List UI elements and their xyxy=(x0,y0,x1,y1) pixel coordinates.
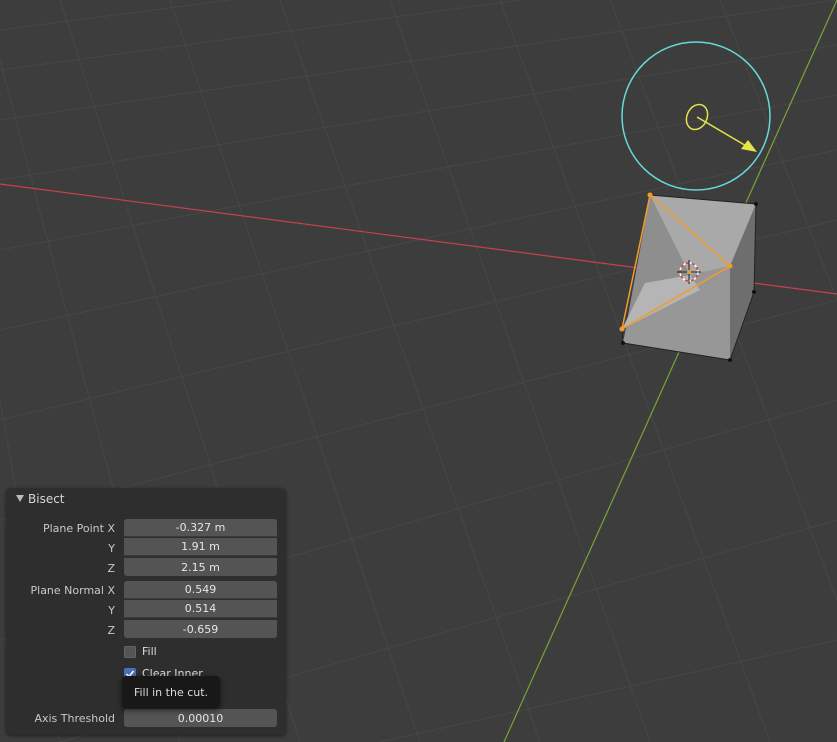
panel-title: Bisect xyxy=(28,492,65,506)
gizmo-rotate-circle xyxy=(621,41,771,191)
plane-normal-z-label: Z xyxy=(107,624,115,637)
gizmo-normal-arrow xyxy=(696,116,749,148)
plane-normal-x-label: Plane Normal X xyxy=(30,584,116,597)
tooltip: Fill in the cut. xyxy=(122,676,220,708)
plane-point-x-field[interactable]: -0.327 m xyxy=(124,519,277,537)
plane-normal-y-label: Y xyxy=(108,604,115,617)
y-axis-line xyxy=(503,0,837,742)
plane-point-x-label: Plane Point X xyxy=(42,522,115,535)
plane-normal-y-field[interactable]: 0.514 xyxy=(124,600,277,618)
tooltip-text: Fill in the cut. xyxy=(133,685,209,699)
bisect-gizmo[interactable] xyxy=(621,41,771,191)
plane-point-z-label: Z xyxy=(107,562,115,575)
plane-normal-z-field[interactable]: -0.659 xyxy=(124,620,277,638)
arrow-head-icon xyxy=(741,140,757,152)
plane-point-z-field[interactable]: 2.15 m xyxy=(124,558,277,576)
plane-normal-x-field[interactable]: 0.549 xyxy=(124,581,277,599)
plane-point-y-label: Y xyxy=(108,542,115,555)
axis-threshold-label: Axis Threshold xyxy=(34,712,115,725)
chevron-down-icon[interactable] xyxy=(16,494,25,503)
fill-checkbox[interactable] xyxy=(124,646,136,658)
panel-header[interactable]: Bisect xyxy=(6,488,286,512)
fill-label: Fill xyxy=(142,645,157,658)
axis-threshold-field[interactable]: 0.00010 xyxy=(124,709,277,727)
plane-point-y-field[interactable]: 1.91 m xyxy=(124,538,277,556)
